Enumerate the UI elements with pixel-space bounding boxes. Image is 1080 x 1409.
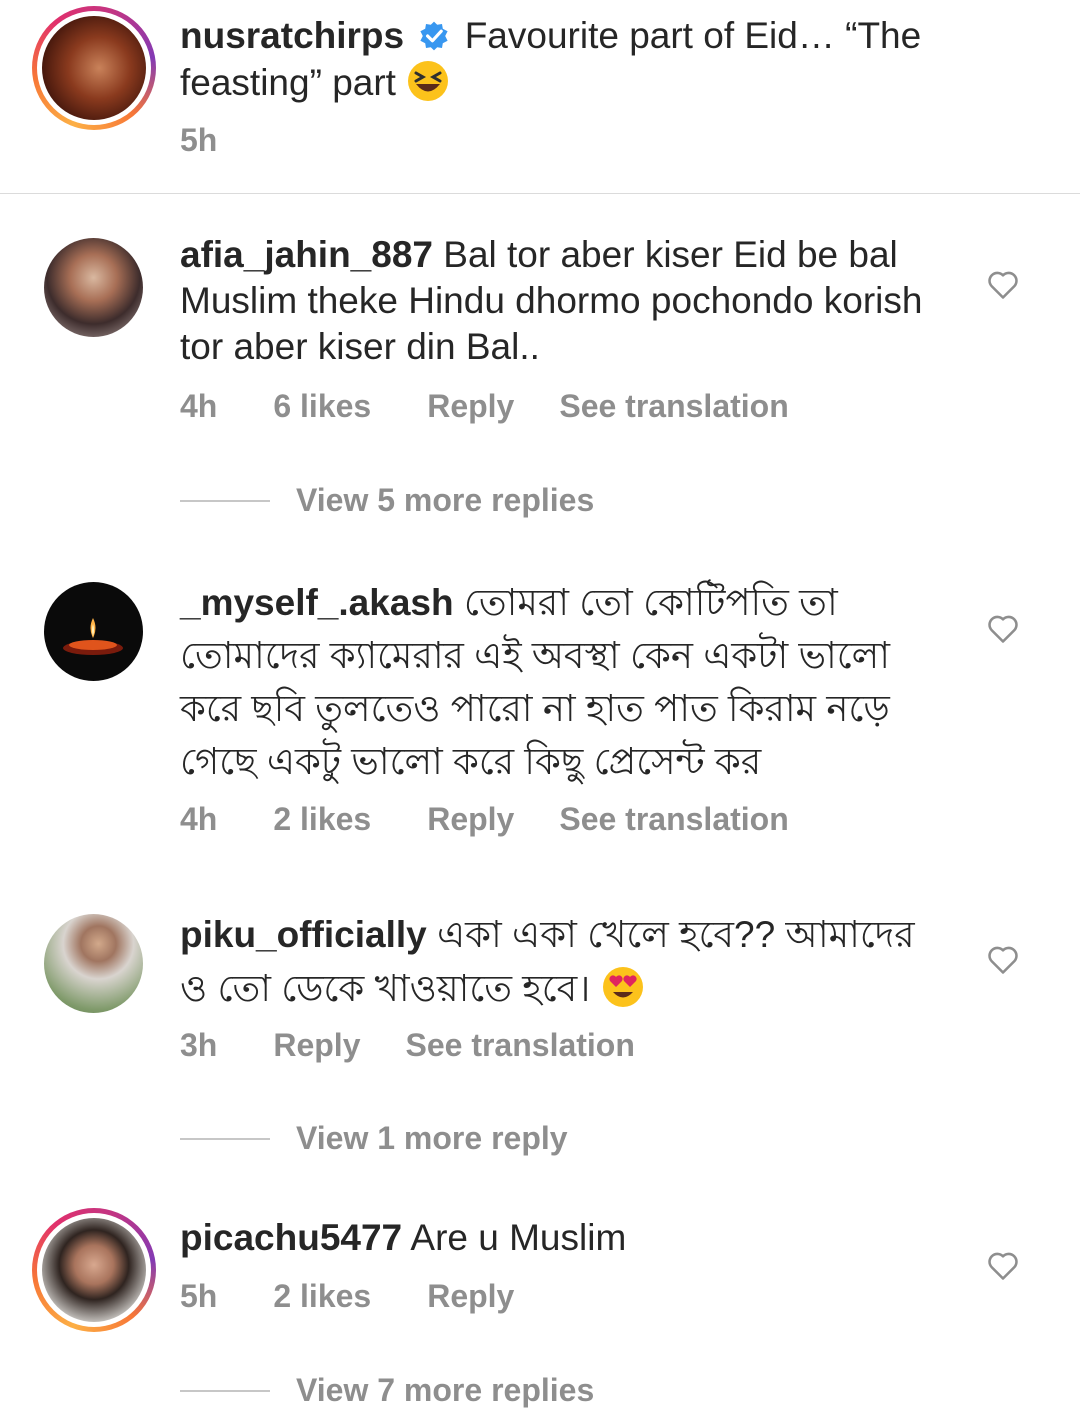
caption-time: 5h [180,122,218,158]
replies-line [180,1389,270,1392]
commenter-avatar[interactable] [44,914,143,1013]
post-caption: nusratchirps Favourite part of Eid… “The… [0,0,1080,193]
comment-username[interactable]: _myself_.akash [180,582,454,623]
reply-button[interactable]: Reply [273,1027,360,1064]
comment-text: _myself_.akash তোমরা তো কোটিপতি তা তোমাদ… [180,576,940,788]
view-more-replies-label[interactable]: View 7 more replies [296,1372,594,1409]
commenter-avatar[interactable] [42,1218,146,1322]
comment-username[interactable]: piku_officially [180,914,427,955]
view-more-replies-label[interactable]: View 1 more reply [296,1120,568,1157]
candle-image [63,618,123,655]
comment-item: piku_officially একা একা খেলে হবে?? আমাদে… [0,908,1080,1170]
comment-text: piku_officially একা একা খেলে হবে?? আমাদে… [180,908,940,1016]
laughing-emoji-icon [408,61,449,101]
comment-username[interactable]: picachu5477 [180,1217,402,1258]
heart-eyes-emoji-icon [602,967,643,1007]
comment-time: 5h [180,1278,218,1314]
view-more-replies-button[interactable]: View 1 more reply [180,1120,568,1157]
caption-divider [0,193,1080,194]
comment-time: 4h [180,801,218,837]
caption-username[interactable]: nusratchirps [180,15,404,56]
comment-meta: 5h 2 likes Reply [180,1278,570,1315]
reply-button[interactable]: Reply [427,801,514,838]
comment-item: picachu5477 Are u Muslim 5h 2 likes Repl… [0,1208,1080,1409]
comment-time: 3h [180,1027,218,1063]
caption-meta: 5h [180,122,273,159]
heart-outline-icon[interactable] [985,1247,1021,1283]
commenter-avatar-story-ring[interactable] [32,1208,156,1332]
comment-likes[interactable]: 2 likes [273,1278,371,1315]
replies-line [180,499,270,502]
caption-avatar-story-ring[interactable] [32,6,156,130]
comment-text: afia_jahin_887 Bal tor aber kiser Eid be… [180,232,940,370]
heart-outline-icon[interactable] [985,610,1021,646]
reply-button[interactable]: Reply [427,1278,514,1315]
replies-line [180,1137,270,1140]
see-translation-button[interactable]: See translation [559,388,788,425]
comment-meta: 4h 6 likes Reply See translation [180,388,845,425]
comment-meta: 3h Reply See translation [180,1027,691,1064]
see-translation-button[interactable]: See translation [559,801,788,838]
commenter-avatar[interactable] [44,238,143,337]
heart-outline-icon[interactable] [985,266,1021,302]
caption-text: nusratchirps Favourite part of Eid… “The… [180,13,960,106]
caption-avatar[interactable] [42,16,146,120]
verified-badge-icon [420,21,449,51]
heart-outline-icon[interactable] [985,941,1021,977]
comment-item: afia_jahin_887 Bal tor aber kiser Eid be… [0,230,1080,530]
comment-time: 4h [180,388,218,424]
comment-body: Are u Muslim [410,1217,627,1258]
commenter-avatar[interactable] [44,582,143,681]
see-translation-button[interactable]: See translation [405,1027,634,1064]
comment-likes[interactable]: 6 likes [273,388,371,425]
comment-meta: 4h 2 likes Reply See translation [180,801,845,838]
comment-username[interactable]: afia_jahin_887 [180,234,433,275]
reply-button[interactable]: Reply [427,388,514,425]
view-more-replies-label[interactable]: View 5 more replies [296,482,594,519]
view-more-replies-button[interactable]: View 7 more replies [180,1372,594,1409]
view-more-replies-button[interactable]: View 5 more replies [180,482,594,519]
comment-item: _myself_.akash তোমরা তো কোটিপতি তা তোমাদ… [0,576,1080,856]
comment-text: picachu5477 Are u Muslim [180,1215,940,1261]
comment-likes[interactable]: 2 likes [273,801,371,838]
